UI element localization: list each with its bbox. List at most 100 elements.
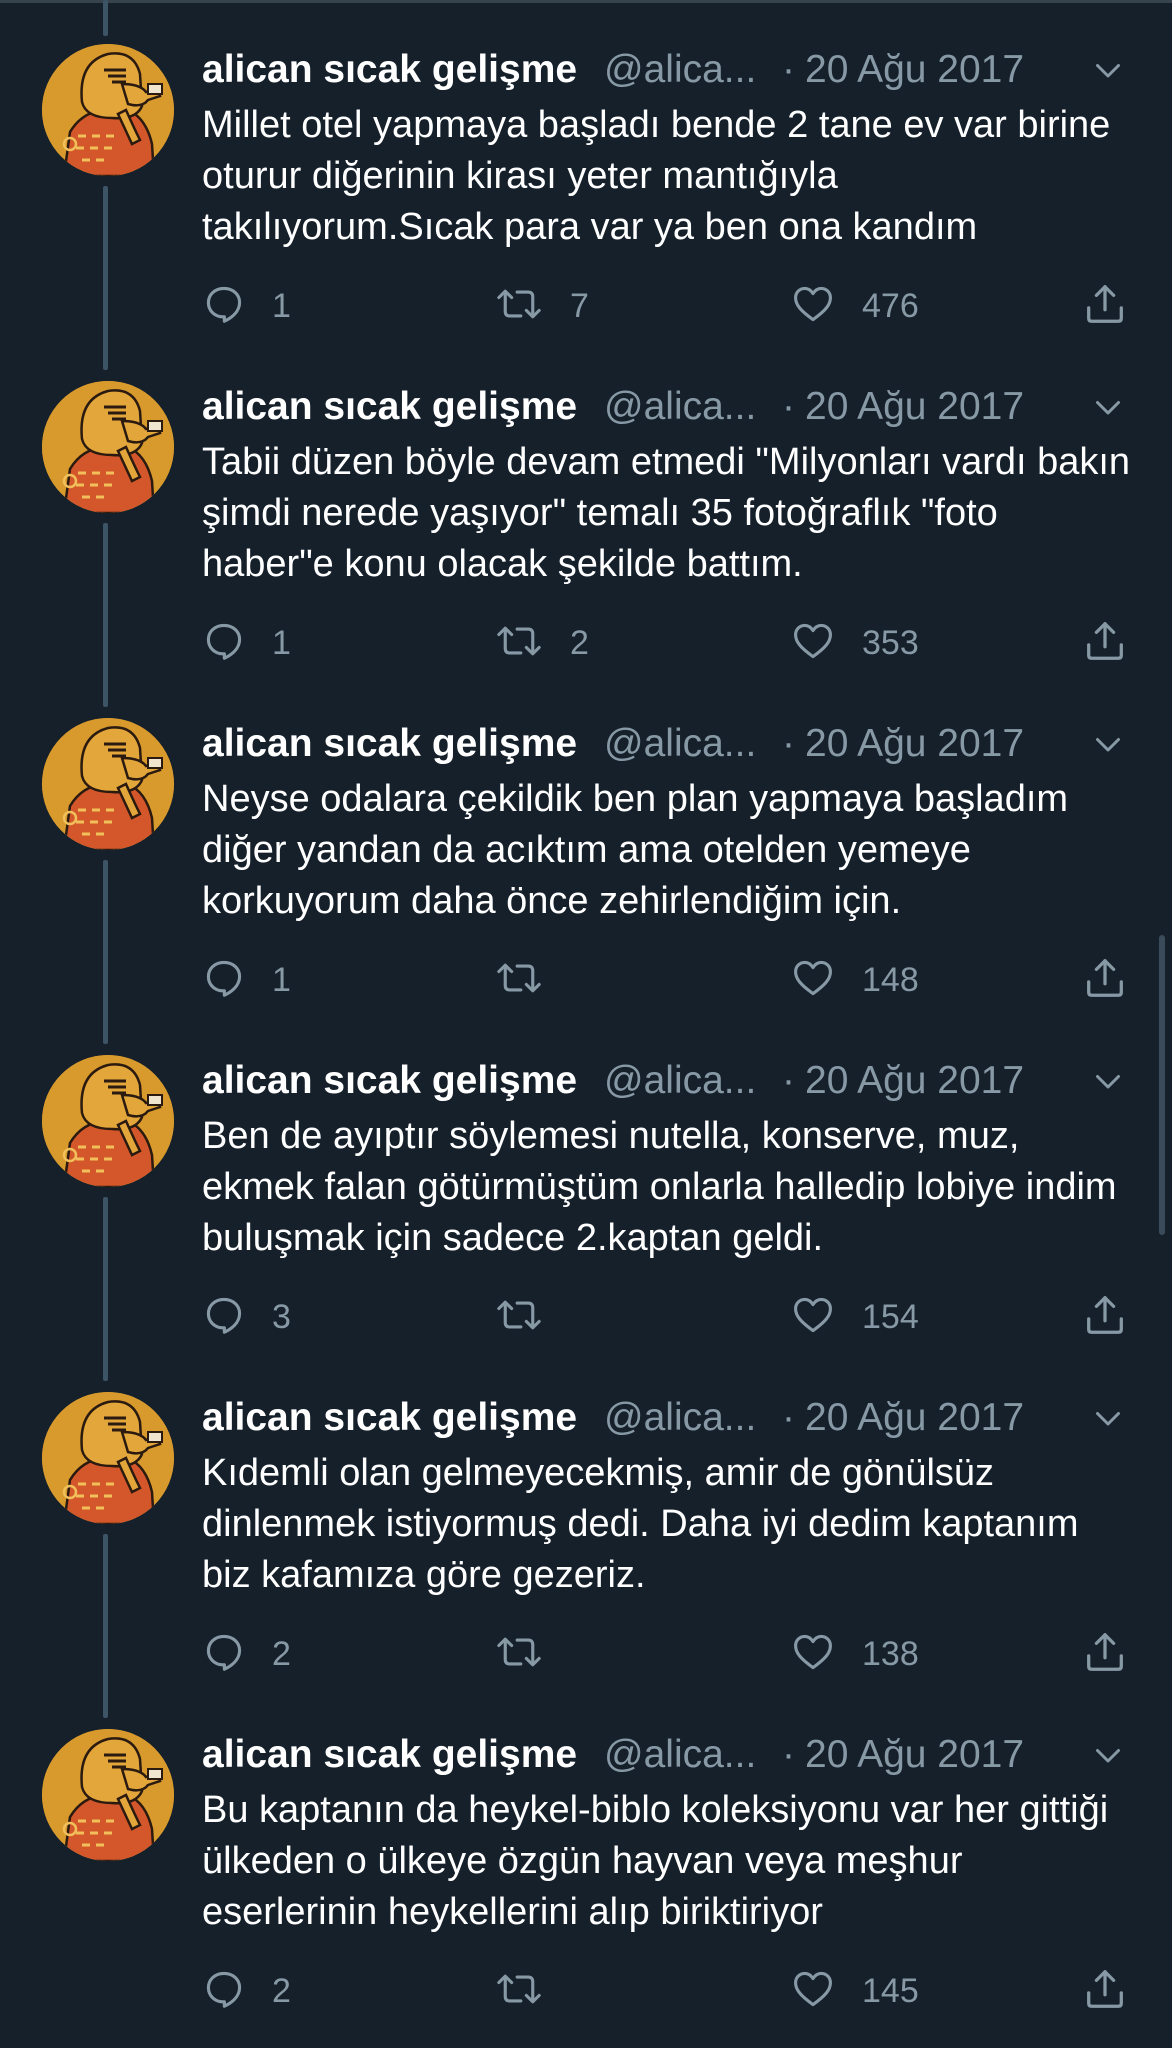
date-label: 20 Ağu 2017: [805, 385, 1025, 428]
display-name[interactable]: alican sıcak gelişme: [202, 1057, 577, 1105]
share-icon: [1082, 618, 1128, 669]
tweet-header: alican sıcak gelişme @alica... · 20 Ağu 2…: [202, 720, 1132, 768]
tweet-text: Millet otel yapmaya başladı bende 2 tane…: [202, 104, 1111, 248]
reply-button[interactable]: 1: [202, 280, 291, 332]
retweet-icon: [494, 282, 544, 331]
share-button[interactable]: [1082, 954, 1128, 1006]
share-button[interactable]: [1082, 617, 1128, 669]
share-icon: [1082, 281, 1128, 332]
reply-icon: [202, 619, 246, 668]
like-button[interactable]: 148: [790, 954, 919, 1006]
tweet[interactable]: alican sıcak gelişme @alica... · 20 Ağu 2…: [0, 1685, 1172, 2022]
scrollbar[interactable]: [1159, 935, 1165, 1235]
retweet-button[interactable]: 7: [494, 280, 589, 332]
avatar[interactable]: [42, 1729, 174, 1861]
like-button[interactable]: 353: [790, 617, 919, 669]
display-name[interactable]: alican sıcak gelişme: [202, 1731, 577, 1779]
date-label: 20 Ağu 2017: [805, 48, 1025, 91]
share-icon: [1082, 1966, 1128, 2017]
retweet-button[interactable]: [494, 1291, 570, 1343]
share-button[interactable]: [1082, 1965, 1128, 2017]
avatar[interactable]: [42, 381, 174, 513]
tweet-date[interactable]: · 20 Ağu 2017: [782, 1394, 1024, 1442]
like-button[interactable]: 476: [790, 280, 919, 332]
chevron-down-icon[interactable]: [1090, 726, 1126, 762]
user-handle[interactable]: @alica...: [604, 1731, 756, 1779]
like-count: 138: [862, 1634, 919, 1673]
separator-dot: ·: [782, 1059, 795, 1102]
reply-icon: [202, 1293, 246, 1342]
heart-icon: [790, 956, 836, 1005]
display-name[interactable]: alican sıcak gelişme: [202, 383, 577, 431]
tweet-header: alican sıcak gelişme @alica... · 20 Ağu 2…: [202, 383, 1132, 431]
tweet-date[interactable]: · 20 Ağu 2017: [782, 1057, 1024, 1105]
user-handle[interactable]: @alica...: [604, 46, 756, 94]
reply-button[interactable]: 3: [202, 1291, 291, 1343]
share-icon: [1082, 955, 1128, 1006]
avatar[interactable]: [42, 1055, 174, 1187]
reply-button[interactable]: 1: [202, 954, 291, 1006]
tweet[interactable]: alican sıcak gelişme @alica... · 20 Ağu 2…: [0, 1348, 1172, 1685]
like-button[interactable]: 138: [790, 1628, 919, 1680]
reply-icon: [202, 1967, 246, 2016]
like-count: 154: [862, 1297, 919, 1336]
chevron-down-icon[interactable]: [1090, 1063, 1126, 1099]
share-button[interactable]: [1082, 1291, 1128, 1343]
retweet-count: 7: [570, 286, 589, 325]
date-label: 20 Ağu 2017: [805, 1059, 1025, 1102]
retweet-button[interactable]: 2: [494, 617, 589, 669]
tweet-text: Ben de ayıptır söylemesi nutella, konser…: [202, 1115, 1117, 1259]
tweet-text: Neyse odalara çekildik ben plan yapmaya …: [202, 778, 1069, 922]
retweet-button[interactable]: [494, 954, 570, 1006]
display-name[interactable]: alican sıcak gelişme: [202, 46, 577, 94]
tweet[interactable]: alican sıcak gelişme @alica... · 20 Ağu 2…: [0, 1011, 1172, 1348]
avatar[interactable]: [42, 1392, 174, 1524]
like-count: 353: [862, 623, 919, 662]
retweet-icon: [494, 1630, 544, 1679]
display-name[interactable]: alican sıcak gelişme: [202, 720, 577, 768]
like-count: 476: [862, 286, 919, 325]
user-handle[interactable]: @alica...: [604, 1394, 756, 1442]
retweet-button[interactable]: [494, 1965, 570, 2017]
tweet-text: Bu kaptanın da heykel-biblo koleksiyonu …: [202, 1789, 1109, 1933]
like-count: 145: [862, 1971, 919, 2010]
chevron-down-icon[interactable]: [1090, 1400, 1126, 1436]
tweet-date[interactable]: · 20 Ağu 2017: [782, 383, 1024, 431]
reply-count: 2: [272, 1634, 291, 1673]
retweet-button[interactable]: [494, 1628, 570, 1680]
heart-icon: [790, 1630, 836, 1679]
chevron-down-icon[interactable]: [1090, 389, 1126, 425]
tweet[interactable]: alican sıcak gelişme @alica... · 20 Ağu 2…: [0, 337, 1172, 674]
avatar[interactable]: [42, 44, 174, 176]
tweet-header: alican sıcak gelişme @alica... · 20 Ağu 2…: [202, 1394, 1132, 1442]
retweet-icon: [494, 619, 544, 668]
reply-button[interactable]: 2: [202, 1628, 291, 1680]
tweet-actions: 1 2 353: [202, 617, 1132, 669]
tweet[interactable]: alican sıcak gelişme @alica... · 20 Ağu 2…: [0, 0, 1172, 337]
tweet-date[interactable]: · 20 Ağu 2017: [782, 1731, 1024, 1779]
chevron-down-icon[interactable]: [1090, 52, 1126, 88]
share-button[interactable]: [1082, 280, 1128, 332]
heart-icon: [790, 619, 836, 668]
avatar[interactable]: [42, 718, 174, 850]
share-icon: [1082, 1292, 1128, 1343]
like-button[interactable]: 145: [790, 1965, 919, 2017]
date-label: 20 Ağu 2017: [805, 722, 1025, 765]
tweet[interactable]: alican sıcak gelişme @alica... · 20 Ağu 2…: [0, 674, 1172, 1011]
reply-count: 1: [272, 623, 291, 662]
user-handle[interactable]: @alica...: [604, 1057, 756, 1105]
tweet-actions: 3 154: [202, 1291, 1132, 1343]
share-button[interactable]: [1082, 1628, 1128, 1680]
reply-icon: [202, 282, 246, 331]
tweet-date[interactable]: · 20 Ağu 2017: [782, 720, 1024, 768]
user-handle[interactable]: @alica...: [604, 383, 756, 431]
user-handle[interactable]: @alica...: [604, 720, 756, 768]
reply-button[interactable]: 2: [202, 1965, 291, 2017]
tweet-date[interactable]: · 20 Ağu 2017: [782, 46, 1024, 94]
like-button[interactable]: 154: [790, 1291, 919, 1343]
reply-button[interactable]: 1: [202, 617, 291, 669]
tweet-header: alican sıcak gelişme @alica... · 20 Ağu 2…: [202, 46, 1132, 94]
display-name[interactable]: alican sıcak gelişme: [202, 1394, 577, 1442]
chevron-down-icon[interactable]: [1090, 1737, 1126, 1773]
tweet-actions: 1 148: [202, 954, 1132, 1006]
